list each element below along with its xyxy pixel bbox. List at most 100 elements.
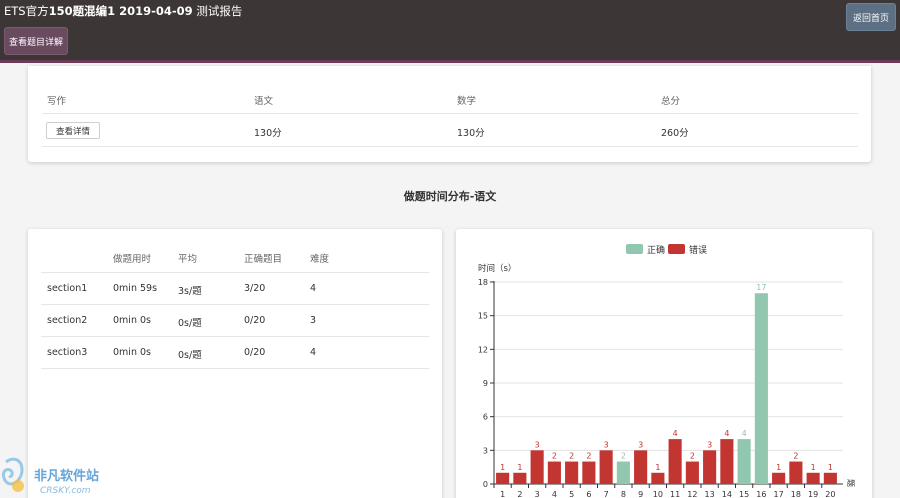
section-correct: 0/20 xyxy=(244,347,266,358)
bar-value-label: 1 xyxy=(828,463,833,472)
x-tick-label: 9 xyxy=(638,490,643,498)
section-name: section3 xyxy=(47,347,88,358)
bar-value-label: 1 xyxy=(500,463,505,472)
section-name: section1 xyxy=(47,283,88,294)
bar-value-label: 4 xyxy=(742,429,747,438)
watermark-name: 非凡软件站 xyxy=(34,468,99,484)
x-tick-label: 7 xyxy=(604,490,609,498)
time-bar-chart: 正确 错误时间（s）0369121518111233242526372839110… xyxy=(478,244,855,498)
score-total: 260分 xyxy=(661,128,689,139)
y-tick-label: 3 xyxy=(483,446,488,455)
bar-value-label: 2 xyxy=(793,452,798,461)
divider xyxy=(42,146,858,147)
y-tick-label: 0 xyxy=(483,480,488,489)
x-tick-label: 12 xyxy=(687,490,697,498)
x-tick-label: 11 xyxy=(670,490,680,498)
x-tick-label: 4 xyxy=(552,490,557,498)
x-tick-label: 17 xyxy=(774,490,784,498)
x-tick-label: 19 xyxy=(808,490,818,498)
x-axis-label: 题 xyxy=(846,479,855,487)
x-tick-label: 8 xyxy=(621,490,626,498)
bar xyxy=(806,472,820,484)
bar-value-label: 17 xyxy=(756,283,766,292)
score-header-verbal: 语文 xyxy=(254,96,274,107)
section-correct: 0/20 xyxy=(244,315,266,326)
x-tick-label: 14 xyxy=(722,490,732,498)
x-tick-label: 15 xyxy=(739,490,749,498)
report-title: ETS官方150题混编1 2019-04-09 测试报告 xyxy=(4,4,243,18)
top-bar: ETS官方150题混编1 2019-04-09 测试报告 查看题目详解 返回首页 xyxy=(0,0,900,63)
time-chart-card: 正确 错误 时间（s） 0 3 6 9 12 15 18 1 1 1 2 3 3 2 4 2 5 2 6 3 7 2 8 3 9 1 10… xyxy=(456,229,872,498)
bar xyxy=(789,461,803,484)
bar xyxy=(582,461,596,484)
section-average: 0s/题 xyxy=(178,350,202,361)
bar xyxy=(754,293,768,484)
bar xyxy=(772,472,786,484)
bar xyxy=(513,472,527,484)
header-difficulty: 难度 xyxy=(310,254,330,265)
bar xyxy=(737,439,751,484)
bar xyxy=(668,439,682,484)
bar-value-label: 2 xyxy=(552,452,557,461)
section-name: section2 xyxy=(47,315,88,326)
score-header-total: 总分 xyxy=(661,96,681,107)
header-correct: 正确题目 xyxy=(244,254,283,265)
time-distribution-title: 做题时间分布-语文 xyxy=(403,190,497,203)
y-tick-label: 9 xyxy=(483,379,488,388)
bar-value-label: 3 xyxy=(535,440,540,449)
bar xyxy=(565,461,579,484)
bar-value-label: 4 xyxy=(673,429,678,438)
bar-value-label: 1 xyxy=(776,463,781,472)
bar-value-label: 1 xyxy=(517,463,522,472)
score-verbal: 130分 xyxy=(254,128,282,139)
section-time: 0min 59s xyxy=(113,283,158,294)
back-home-button[interactable]: 返回首页 xyxy=(846,3,896,31)
legend-swatch-wrong xyxy=(668,244,685,254)
crsky-watermark-logo: 非凡软件站 CRSKY.com xyxy=(0,456,112,498)
score-math: 130分 xyxy=(457,128,485,139)
bar xyxy=(823,472,837,484)
x-tick-label: 16 xyxy=(756,490,766,498)
section-difficulty: 3 xyxy=(310,315,317,326)
divider xyxy=(41,336,429,337)
divider xyxy=(41,368,429,369)
bar-value-label: 2 xyxy=(586,452,591,461)
divider xyxy=(42,113,858,114)
bar-value-label: 2 xyxy=(690,452,695,461)
divider xyxy=(41,304,429,305)
bar-value-label: 3 xyxy=(638,440,643,449)
divider xyxy=(41,272,429,273)
legend-label-wrong: 错误 xyxy=(689,244,707,256)
bar-value-label: 3 xyxy=(707,440,712,449)
x-tick-label: 1 xyxy=(500,490,505,498)
header-time-used: 做题用时 xyxy=(113,254,152,265)
legend-label-correct: 正确 xyxy=(647,244,665,256)
section-average: 3s/题 xyxy=(178,286,202,297)
bar-value-label: 3 xyxy=(604,440,609,449)
score-header-math: 数学 xyxy=(457,96,477,107)
x-tick-label: 13 xyxy=(705,490,715,498)
bar xyxy=(651,472,665,484)
bar-value-label: 2 xyxy=(569,452,574,461)
bar-value-label: 4 xyxy=(724,429,729,438)
view-question-details-button[interactable]: 查看题目详解 xyxy=(4,27,68,55)
y-tick-label: 12 xyxy=(478,345,488,354)
bar xyxy=(599,450,613,484)
x-tick-label: 6 xyxy=(586,490,591,498)
section-difficulty: 4 xyxy=(310,283,317,294)
bar xyxy=(496,472,510,484)
y-axis-label: 时间（s） xyxy=(478,263,516,274)
bar-value-label: 1 xyxy=(811,463,816,472)
view-writing-details-button[interactable]: 查看详情 xyxy=(46,122,100,139)
bar xyxy=(720,439,734,484)
y-tick-label: 15 xyxy=(478,312,488,321)
bar xyxy=(616,461,630,484)
bar xyxy=(547,461,561,484)
score-summary-card: 写作 语文 数学 总分 查看详情 130分 130分 260分 xyxy=(28,66,871,162)
section-time: 0min 0s xyxy=(113,347,151,358)
x-tick-label: 20 xyxy=(825,490,835,498)
bar xyxy=(685,461,699,484)
x-tick-label: 2 xyxy=(517,490,522,498)
x-tick-label: 10 xyxy=(653,490,663,498)
bar-value-label: 1 xyxy=(655,463,660,472)
